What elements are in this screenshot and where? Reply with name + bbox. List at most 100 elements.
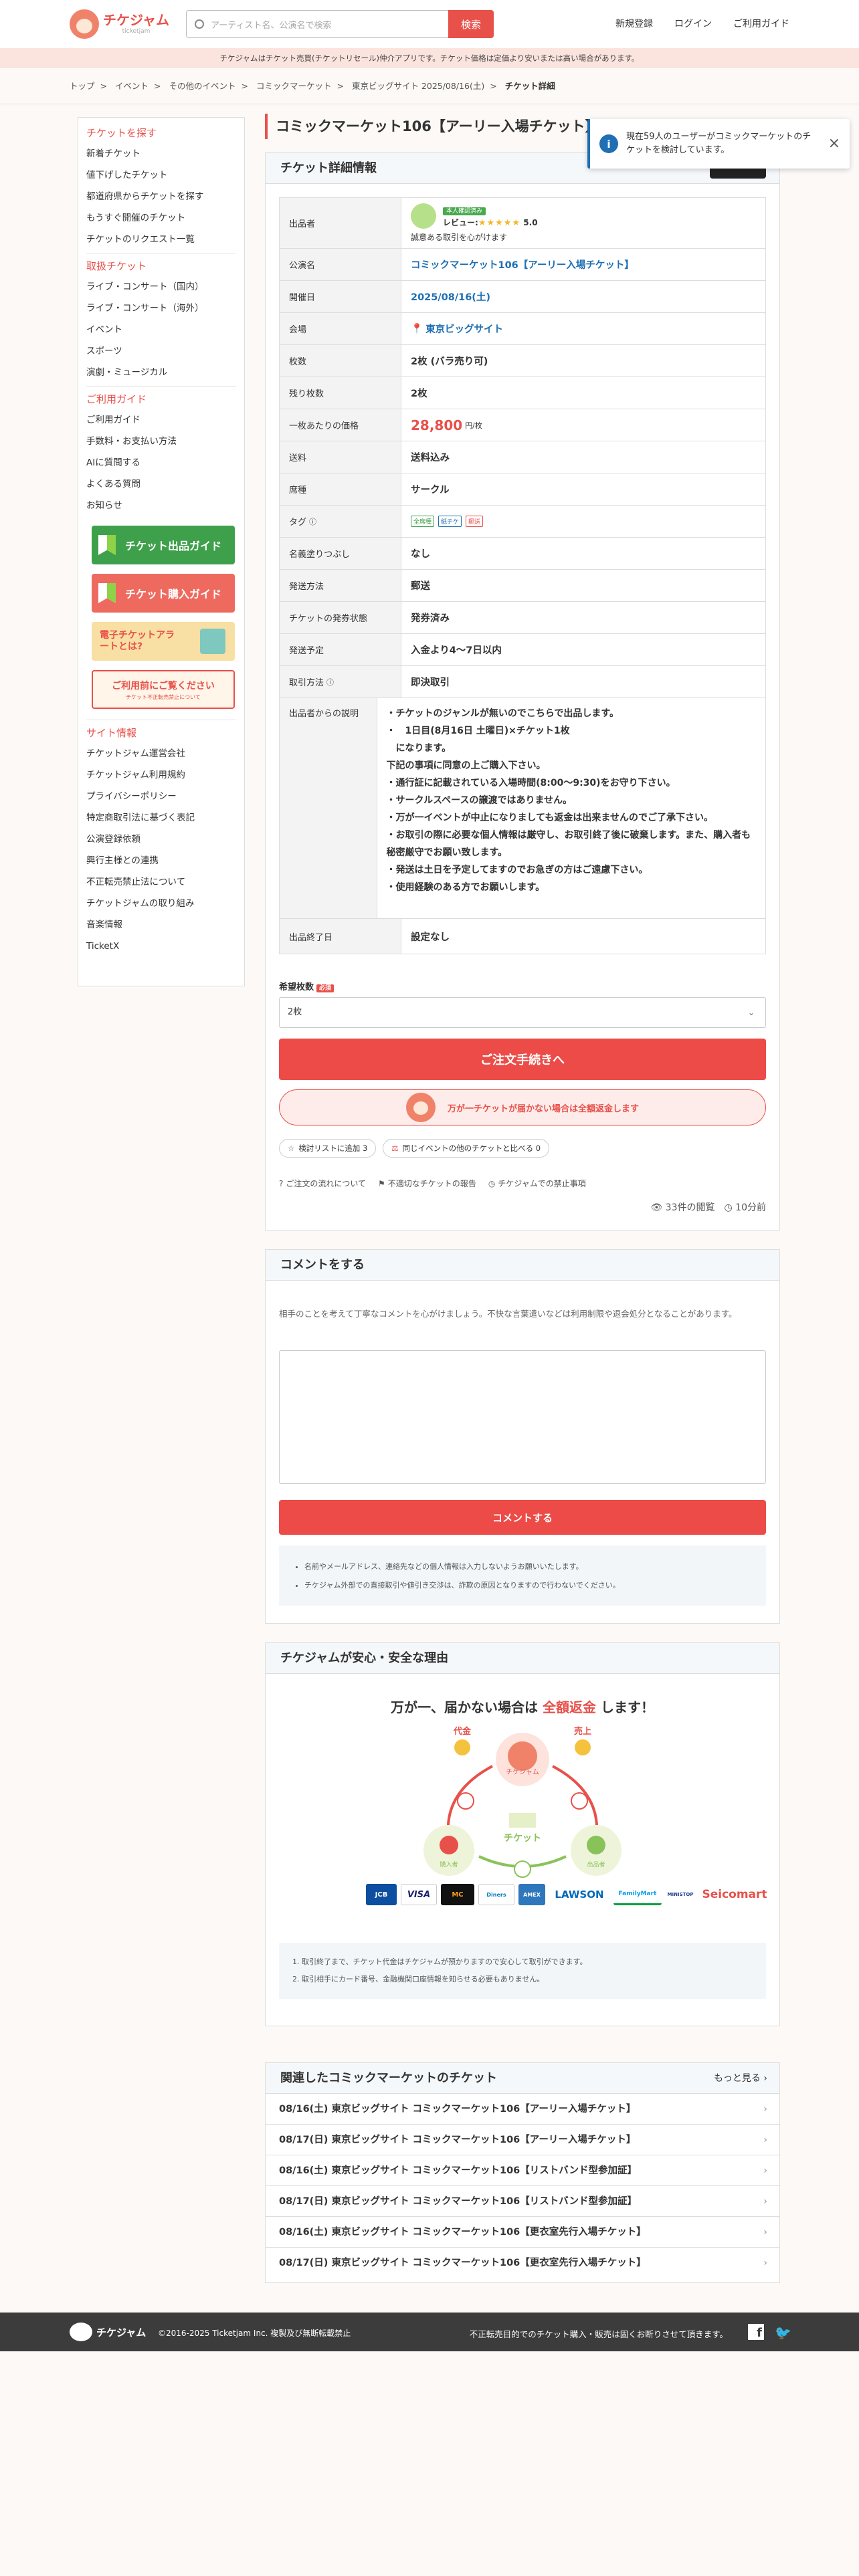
familymart-icon: FamilyMart [613, 1884, 662, 1905]
footer-logo[interactable]: チケジャム [70, 2323, 146, 2341]
related-item-label: 08/16(土) 東京ビッグサイト コミックマーケット106【アーリー入場チケッ… [279, 2104, 636, 2115]
divider [86, 386, 236, 387]
row-delivery: 発送方法 郵送 [280, 570, 765, 602]
banner-label: チケット購入ガイド [124, 588, 221, 601]
sidebar-item-live-overseas[interactable]: ライブ・コンサート（海外） [86, 298, 236, 319]
prohibited-link[interactable]: ◷ チケジャムでの禁止事項 [488, 1178, 586, 1189]
breadcrumb-comiket[interactable]: コミックマーケット [256, 81, 332, 91]
sidebar-heading-site: サイト情報 [86, 727, 137, 739]
order-button[interactable]: ご注文手続きへ [279, 1039, 766, 1080]
see-more-link[interactable]: もっと見る › [714, 2063, 767, 2094]
sidebar-item-privacy[interactable]: プライバシーポリシー [86, 786, 236, 807]
sidebar-item-price-down[interactable]: 値下げしたチケット [86, 165, 236, 186]
row-shipping: 送料 送料込み [280, 441, 765, 473]
guarantee-banner[interactable]: 万が一チケットが届かない場合は全額返金します [279, 1089, 766, 1125]
comment-heading: コメントをする [266, 1250, 779, 1281]
row-ship-plan: 発送予定 入金より4〜7日以内 [280, 634, 765, 666]
note-line: になります。 [386, 743, 452, 754]
twitter-icon[interactable]: 🐦 [775, 2325, 792, 2341]
nav-register[interactable]: 新規登録 [615, 17, 653, 30]
sidebar-item-event[interactable]: イベント [86, 319, 236, 340]
view-stats: 👁 33件の閲覧 ◷ 10分前 [650, 1200, 766, 1214]
label-end-date: 出品終了日 [280, 919, 401, 954]
star-outline-icon: ☆ [288, 1144, 295, 1153]
related-heading: 関連したコミックマーケットのチケット もっと見る › [266, 2063, 779, 2094]
breadcrumb-top[interactable]: トップ [70, 81, 95, 91]
sidebar-item-ai[interactable]: AIに質問する [86, 452, 236, 473]
event-link[interactable]: コミックマーケット106【アーリー入場チケット】 [401, 249, 765, 280]
tag: 郵送 [466, 516, 484, 527]
search-button[interactable]: 検索 [448, 10, 494, 38]
chevron-right-icon: › [763, 2104, 767, 2115]
related-item[interactable]: 08/16(土) 東京ビッグサイト コミックマーケット106【リストバンド型参加… [266, 2155, 779, 2186]
related-item[interactable]: 08/16(土) 東京ビッグサイト コミックマーケット106【アーリー入場チケッ… [266, 2094, 779, 2125]
sidebar-item-news[interactable]: お知らせ [86, 495, 236, 516]
sidebar-item-guide[interactable]: ご利用ガイド [86, 409, 236, 431]
sidebar-item-resale-law[interactable]: 不正転売禁止法について [86, 871, 236, 893]
sidebar-item-terms[interactable]: チケットジャム利用規約 [86, 764, 236, 786]
step-1-badge [457, 1792, 474, 1810]
venue-link[interactable]: 📍 東京ビッグサイト [401, 313, 765, 344]
add-to-list-button[interactable]: ☆ 検討リストに追加 3 [279, 1139, 377, 1158]
comment-submit-button[interactable]: コメントする [279, 1500, 766, 1535]
sidebar-item-theater[interactable]: 演劇・ミュージカル [86, 362, 236, 383]
breadcrumb-event[interactable]: イベント [115, 81, 149, 91]
site-logo[interactable]: チケジャム ticketjam [70, 9, 169, 39]
sidebar-item-company[interactable]: チケットジャム運営会社 [86, 743, 236, 764]
sidebar-item-promoters[interactable]: 興行主様との連携 [86, 850, 236, 871]
buy-guide-banner[interactable]: チケット購入ガイド [92, 574, 235, 613]
quantity-select[interactable]: 2枚 ⌄ [279, 997, 766, 1028]
sidebar: チケットを探す 新着チケット 値下げしたチケット 都道府県からチケットを探す も… [78, 117, 245, 986]
before-use-banner[interactable]: ご利用前にご覧ください チケット不正転売禁止について [92, 670, 235, 709]
related-item[interactable]: 08/17(日) 東京ビッグサイト コミックマーケット106【アーリー入場チケッ… [266, 2125, 779, 2155]
search-input[interactable]: アーティスト名、公演名で検索 [186, 10, 448, 38]
chevron-right-icon: › [763, 2258, 767, 2268]
sell-guide-banner[interactable]: チケット出品ガイド [92, 526, 235, 564]
info-icon[interactable]: ⓘ [326, 677, 334, 687]
breadcrumb-venue-date[interactable]: 東京ビッグサイト 2025/08/16(土) [352, 81, 484, 91]
date-link[interactable]: 2025/08/16(土) [401, 281, 765, 312]
info-icon[interactable]: ⓘ [309, 516, 316, 527]
sidebar-item-requests[interactable]: チケットのリクエスト一覧 [86, 229, 236, 250]
step-3-badge [571, 1792, 588, 1810]
seller-avatar[interactable] [411, 203, 436, 229]
sidebar-item-music-info[interactable]: 音楽情報 [86, 914, 236, 936]
ministop-icon: MINISTOP [667, 1892, 694, 1897]
sidebar-item-soon[interactable]: もうすぐ開催のチケット [86, 207, 236, 229]
safety-title-post: します！ [600, 1699, 654, 1715]
sidebar-item-register-event[interactable]: 公演登録依頼 [86, 829, 236, 850]
sidebar-item-faq[interactable]: よくある質問 [86, 473, 236, 495]
breadcrumb-other-events[interactable]: その他のイベント [169, 81, 235, 91]
sidebar-item-efforts[interactable]: チケットジャムの取り組み [86, 893, 236, 914]
sidebar-item-commerce-law[interactable]: 特定商取引法に基づく表記 [86, 807, 236, 829]
related-item[interactable]: 08/16(土) 東京ビッグサイト コミックマーケット106【更衣室先行入場チケ… [266, 2217, 779, 2248]
logo-text: チケジャム [103, 12, 169, 28]
label-remaining: 残り枚数 [280, 377, 401, 409]
question-icon: ? [279, 1179, 284, 1188]
nav-guide[interactable]: ご利用ガイド [733, 17, 789, 30]
facebook-icon[interactable]: f [748, 2324, 764, 2340]
sidebar-item-live-domestic[interactable]: ライブ・コンサート（国内） [86, 276, 236, 298]
ticket-detail-card: チケット詳細情報 出品者 本人確認済み レビュー:★★★★★ 5.0 誠意ある取… [265, 152, 780, 1230]
footer-logo-text: チケジャム [96, 2326, 147, 2339]
sidebar-item-sports[interactable]: スポーツ [86, 340, 236, 362]
search-bar: アーティスト名、公演名で検索 検索 [186, 10, 494, 38]
close-icon[interactable]: × [828, 135, 840, 152]
related-item[interactable]: 08/17(日) 東京ビッグサイト コミックマーケット106【リストバンド型参加… [266, 2186, 779, 2217]
compare-button[interactable]: ⚖ 同じイベントの他のチケットと比べる 0 [383, 1139, 550, 1158]
sidebar-item-new[interactable]: 新着チケット [86, 143, 236, 165]
ticket-alert-banner[interactable]: 電子チケットアラートとは? [92, 622, 235, 661]
note-line: ・万が一イベントが中止になりましても返金は出来ませんのでご了承下さい。 [386, 813, 714, 823]
comment-textarea[interactable] [279, 1350, 766, 1484]
prohibited-label: チケジャムでの禁止事項 [498, 1179, 586, 1188]
notice-bar: チケジャムはチケット売買(チケットリセール)仲介アプリです。チケット価格は定価よ… [0, 48, 859, 68]
flow-label-payment: 代金 [453, 1726, 472, 1737]
related-item[interactable]: 08/17(日) 東京ビッグサイト コミックマーケット106【更衣室先行入場チケ… [266, 2248, 779, 2278]
nav-login[interactable]: ログイン [674, 17, 712, 30]
sidebar-item-prefecture[interactable]: 都道府県からチケットを探す [86, 186, 236, 207]
sidebar-item-fees[interactable]: 手数料・お支払い方法 [86, 431, 236, 452]
note-line: ・発送は土日を予定してますのでお急ぎの方はご遠慮下さい。 [386, 865, 648, 875]
order-flow-link[interactable]: ? ご注文の流れについて [279, 1178, 366, 1189]
report-link[interactable]: ⚑ 不適切なチケットの報告 [378, 1178, 476, 1189]
sidebar-item-ticketx[interactable]: TicketX [86, 936, 236, 957]
